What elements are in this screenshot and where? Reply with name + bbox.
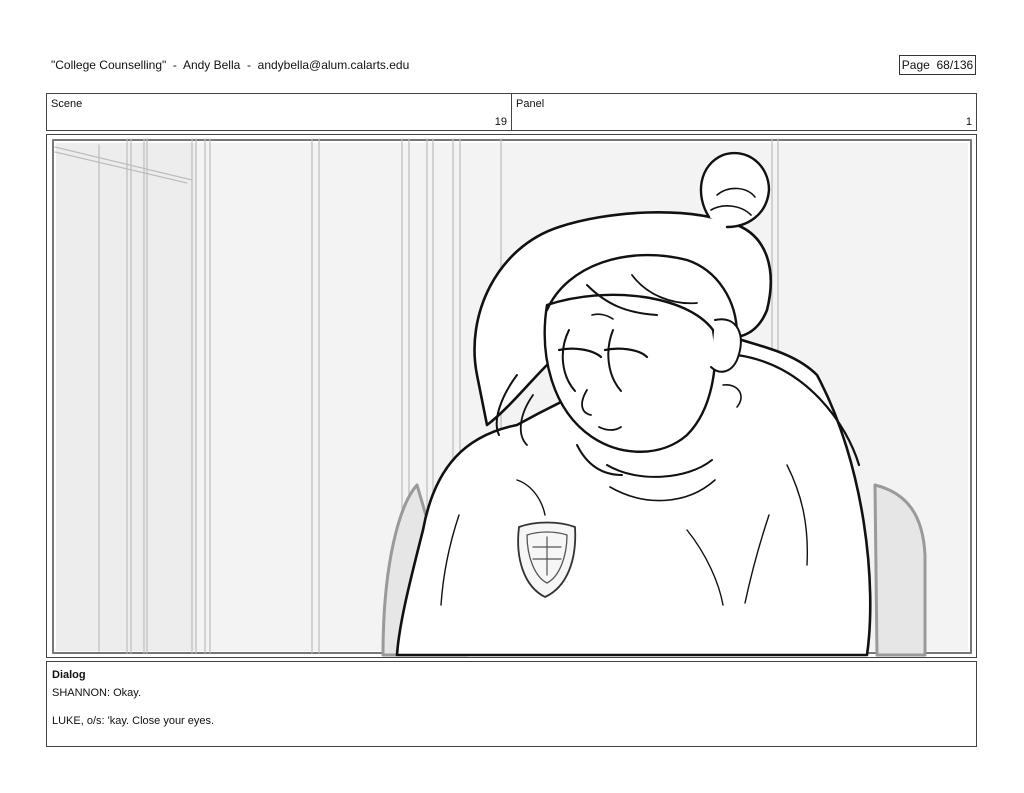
scene-panel-row: Scene 19 Panel 1 [46, 93, 977, 131]
page-number: Page 68/136 [899, 55, 976, 75]
panel-number: 1 [965, 116, 972, 128]
author-name: Andy Bella [182, 58, 241, 72]
storyboard-sketch [52, 138, 972, 657]
dialog-title: Dialog [52, 669, 86, 681]
header-separator: - [166, 58, 183, 72]
dialog-line: SHANNON: Okay. [52, 687, 142, 699]
scene-cell: Scene 19 [47, 94, 511, 130]
dialog-line: LUKE, o/s: 'kay. Close your eyes. [52, 715, 215, 727]
author-email: andybella@alum.calarts.edu [257, 58, 410, 72]
script-title: "College Counselling" [51, 58, 167, 72]
document-header: "College Counselling" - Andy Bella - and… [51, 58, 409, 72]
scene-label: Scene [51, 98, 83, 110]
storyboard-panel [46, 134, 977, 658]
panel-label: Panel [516, 98, 545, 110]
dialog-box: Dialog SHANNON: Okay. LUKE, o/s: 'kay. C… [46, 661, 977, 747]
header-separator: - [240, 58, 258, 72]
panel-cell: Panel 1 [511, 94, 976, 130]
scene-number: 19 [494, 116, 507, 128]
